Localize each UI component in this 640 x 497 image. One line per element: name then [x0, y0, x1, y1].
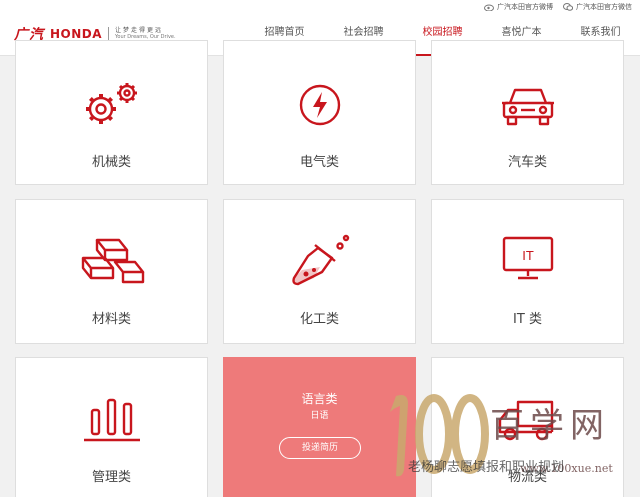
category-card-logistics[interactable]: 物流类 [431, 357, 624, 497]
category-label: 电气类 [299, 155, 339, 170]
weibo-label: 广汽本田官方微博 [497, 3, 553, 11]
wechat-link[interactable]: 广汽本田官方微信 [563, 2, 632, 12]
logo-honda-text: HONDA [50, 27, 103, 41]
monitor-icon-text: IT [522, 248, 534, 263]
flask-icon [288, 234, 352, 294]
category-sub-label: 日语 [310, 411, 329, 421]
category-label: 管理类 [91, 470, 131, 485]
category-card-electrical[interactable]: 电气类 [223, 40, 416, 185]
category-card-automotive[interactable]: 汽车类 [431, 40, 624, 185]
category-label: 材料类 [91, 312, 131, 327]
car-icon [500, 85, 556, 133]
logo-divider [108, 27, 110, 41]
monitor-icon: IT [501, 236, 555, 286]
weibo-icon [484, 4, 494, 11]
category-card-chemical[interactable]: 化工类 [223, 199, 416, 344]
bar-chart-icon [82, 396, 142, 446]
weibo-link[interactable]: 广汽本田官方微博 [484, 2, 553, 12]
lightning-icon [298, 83, 342, 131]
submit-resume-button[interactable]: 投递简历 [279, 437, 361, 459]
category-card-management[interactable]: 管理类 [15, 357, 208, 497]
category-label: IT 类 [513, 312, 542, 327]
category-card-it[interactable]: IT IT 类 [431, 199, 624, 344]
category-card-language[interactable]: 语言类 日语 投递简历 [223, 357, 416, 497]
gears-icon [81, 81, 143, 133]
category-label: 语言类 [301, 392, 338, 406]
ingots-icon [77, 236, 147, 290]
slogan: 让梦走得更远 Your Dreams, Our Drive. [115, 27, 176, 41]
category-label: 物流类 [507, 470, 547, 485]
category-label: 汽车类 [507, 155, 547, 170]
category-card-mechanical[interactable]: 机械类 [15, 40, 208, 185]
category-card-materials[interactable]: 材料类 [15, 199, 208, 344]
social-links: 广汽本田官方微博 广汽本田官方微信 [484, 2, 632, 12]
category-label: 机械类 [91, 155, 131, 170]
slogan-cn: 让梦走得更远 [115, 27, 164, 34]
wechat-icon [563, 3, 573, 11]
category-label: 化工类 [299, 312, 339, 327]
truck-icon [496, 398, 560, 448]
wechat-label: 广汽本田官方微信 [576, 3, 632, 11]
